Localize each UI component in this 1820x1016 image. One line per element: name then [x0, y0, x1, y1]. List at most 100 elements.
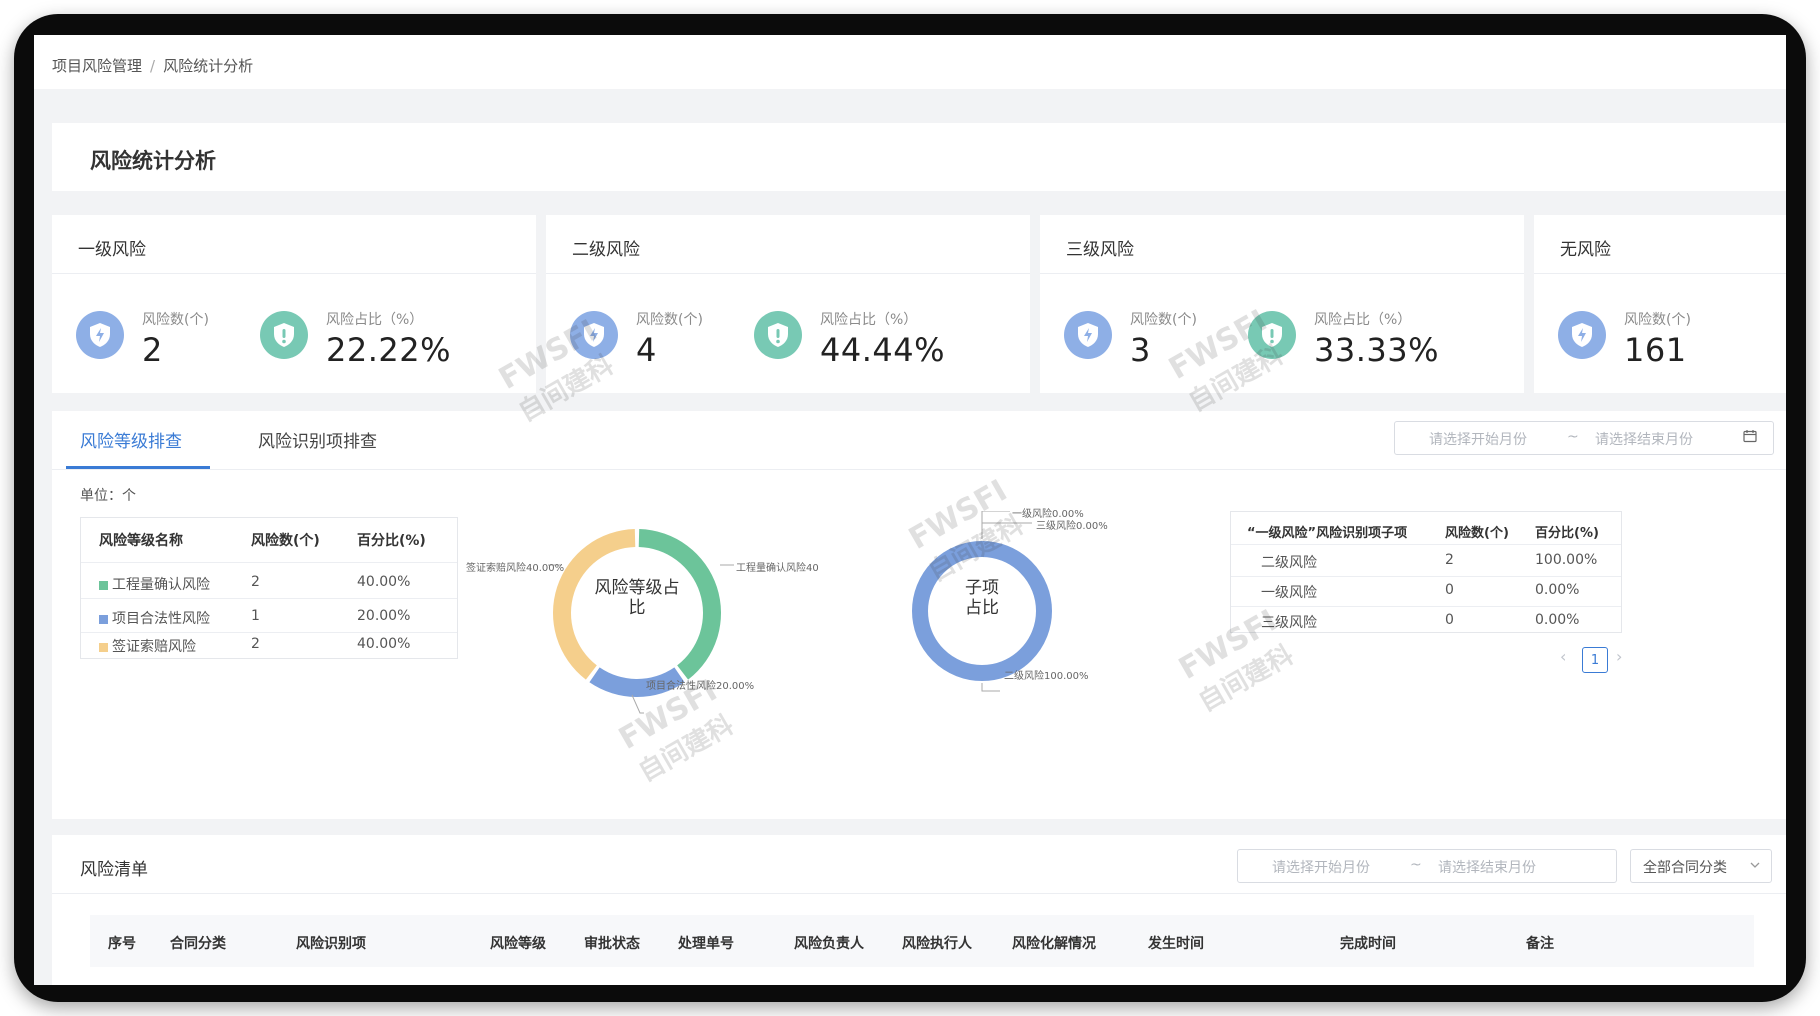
level-pct: 40.00% [357, 574, 411, 590]
count-label: 风险数(个) [1624, 312, 1691, 328]
column-header: 审批状态 [584, 936, 640, 952]
count-label: 风险数(个) [1130, 312, 1197, 328]
count-value: 4 [636, 331, 657, 369]
divider [1534, 273, 1786, 274]
divider [1040, 273, 1524, 274]
count-value: 3 [1130, 331, 1151, 369]
column-header: 合同分类 [170, 936, 226, 952]
divider [1231, 606, 1621, 607]
level-count: 2 [251, 574, 260, 590]
donut-center-label: 风险等级占比 [587, 578, 687, 618]
ratio-value: 22.22% [326, 331, 452, 369]
select-value: 全部合同分类 [1643, 860, 1727, 876]
legend-swatch [99, 580, 108, 590]
legend-swatch [99, 614, 108, 624]
shield-exclamation-icon [754, 311, 802, 359]
chevron-down-icon [1749, 859, 1761, 875]
breadcrumb-separator: / [150, 57, 156, 75]
column-header: 完成时间 [1340, 936, 1396, 952]
start-month-input[interactable]: 请选择开始月份 [1272, 857, 1370, 877]
risk-level-table: 风险等级名称 风险数(个) 百分比(%) 工程量确认风险 2 40.00% 项目… [80, 517, 458, 659]
stat-card-title: 一级风险 [78, 240, 146, 260]
leader-line-level-1 [981, 511, 1010, 539]
tab-divider [52, 469, 1786, 470]
sub-item-count: 2 [1445, 552, 1454, 568]
stat-card-no-risk: 无风险 风险数(个) 161 [1534, 215, 1786, 393]
donut-center-label: 子项占比 [957, 578, 1007, 618]
stat-card-level-2: 二级风险 风险数(个) 4 风险占比（%） 44.44% [546, 215, 1030, 393]
breadcrumb-bar: 项目风险管理 / 风险统计分析 [34, 35, 1786, 89]
ratio-label: 风险占比（%） [1314, 312, 1412, 328]
stat-card-title: 无风险 [1560, 240, 1611, 260]
column-header: 处理单号 [678, 936, 734, 952]
legend-item: 工程量确认风险 [99, 577, 210, 593]
next-page-button[interactable]: › [1616, 647, 1622, 666]
breadcrumb: 项目风险管理 / 风险统计分析 [52, 55, 253, 76]
list-month-range-picker[interactable]: 请选择开始月份 ~ 请选择结束月份 [1237, 849, 1617, 883]
chart-label-claim: 签证索赔风险40.00% [466, 563, 565, 574]
divider [81, 632, 457, 633]
level-name: 项目合法性风险 [112, 611, 210, 627]
chart-title: 子项占比 [965, 578, 999, 618]
page-title: 风险统计分析 [90, 149, 216, 173]
column-header: 风险负责人 [794, 936, 864, 952]
table-row: 项目合法性风险 [99, 608, 210, 628]
end-month-input[interactable]: 请选择结束月份 [1438, 857, 1536, 877]
risk-list-card: 风险清单 请选择开始月份 ~ 请选择结束月份 全部合同分类 序号 合同分类 风险… [52, 835, 1786, 985]
shield-exclamation-icon [260, 311, 308, 359]
leader-line-level-3 [981, 522, 1032, 539]
calendar-icon [1743, 429, 1757, 447]
page-number-button[interactable]: 1 [1582, 647, 1608, 673]
count-label: 风险数(个) [142, 312, 209, 328]
range-separator: ~ [1567, 429, 1579, 445]
shield-lightning-icon [1558, 311, 1606, 359]
divider [52, 893, 1786, 894]
column-header: 风险数(个) [1445, 526, 1509, 541]
ratio-value: 33.33% [1314, 331, 1440, 369]
stat-card-level-1: 一级风险 风险数(个) 2 风险占比（%） 22.22% [52, 215, 536, 393]
stat-card-title: 三级风险 [1066, 240, 1134, 260]
legend-item: 项目合法性风险 [99, 611, 210, 627]
column-header: 备注 [1526, 936, 1554, 952]
chart-label-legality: 项目合法性风险20.00% [646, 681, 755, 692]
leader-line-legality [631, 694, 644, 714]
sub-item-count: 0 [1445, 612, 1454, 628]
breadcrumb-item-risk-management[interactable]: 项目风险管理 [52, 57, 142, 75]
chart-label-engineering: 工程量确认风险40 [736, 563, 819, 574]
contract-category-select[interactable]: 全部合同分类 [1630, 849, 1772, 883]
column-header: 风险识别项 [296, 936, 366, 952]
legend-item: 签证索赔风险 [99, 639, 196, 655]
app-screen: 项目风险管理 / 风险统计分析 风险统计分析 一级风险 风险数(个) 2 风险占比（… [34, 35, 1786, 985]
sub-item-table: “一级风险”风险识别项子项 风险数(个) 百分比(%) 二级风险 2 100.0… [1230, 511, 1622, 633]
divider [52, 273, 536, 274]
shield-lightning-icon [570, 311, 618, 359]
divider [81, 562, 457, 563]
sub-item-pct: 0.00% [1535, 582, 1580, 598]
chart-label-level-2: 二级风险100.00% [1004, 671, 1089, 682]
table-header-row: 序号 合同分类 风险识别项 风险等级 审批状态 处理单号 风险负责人 风险执行人… [90, 915, 1754, 967]
stat-card-title: 二级风险 [572, 240, 640, 260]
ratio-label: 风险占比（%） [820, 312, 918, 328]
range-separator: ~ [1410, 857, 1422, 873]
column-header: 序号 [108, 936, 136, 952]
sub-item-count: 0 [1445, 582, 1454, 598]
count-value: 161 [1624, 331, 1687, 369]
divider [1231, 544, 1621, 545]
column-header: 风险化解情况 [1012, 936, 1096, 952]
month-range-picker[interactable]: 请选择开始月份 ~ 请选择结束月份 [1394, 421, 1774, 455]
tab-risk-item[interactable]: 风险识别项排查 [258, 427, 377, 452]
sub-item-name: 三级风险 [1261, 615, 1317, 631]
tab-risk-level[interactable]: 风险等级排查 [80, 427, 182, 452]
start-month-input[interactable]: 请选择开始月份 [1429, 429, 1527, 449]
title-card: 风险统计分析 [52, 123, 1786, 191]
shield-lightning-icon [76, 311, 124, 359]
level-count: 2 [251, 636, 260, 652]
count-value: 2 [142, 331, 163, 369]
end-month-input[interactable]: 请选择结束月份 [1595, 429, 1693, 449]
analysis-card: 风险等级排查 风险识别项排查 请选择开始月份 ~ 请选择结束月份 单位：个 风险… [52, 411, 1786, 819]
column-header: 发生时间 [1148, 936, 1204, 952]
risk-level-donut-chart [548, 529, 734, 714]
table-row: 签证索赔风险 [99, 636, 196, 656]
prev-page-button[interactable]: ‹ [1560, 647, 1566, 666]
chart-title: 风险等级占比 [594, 578, 680, 618]
